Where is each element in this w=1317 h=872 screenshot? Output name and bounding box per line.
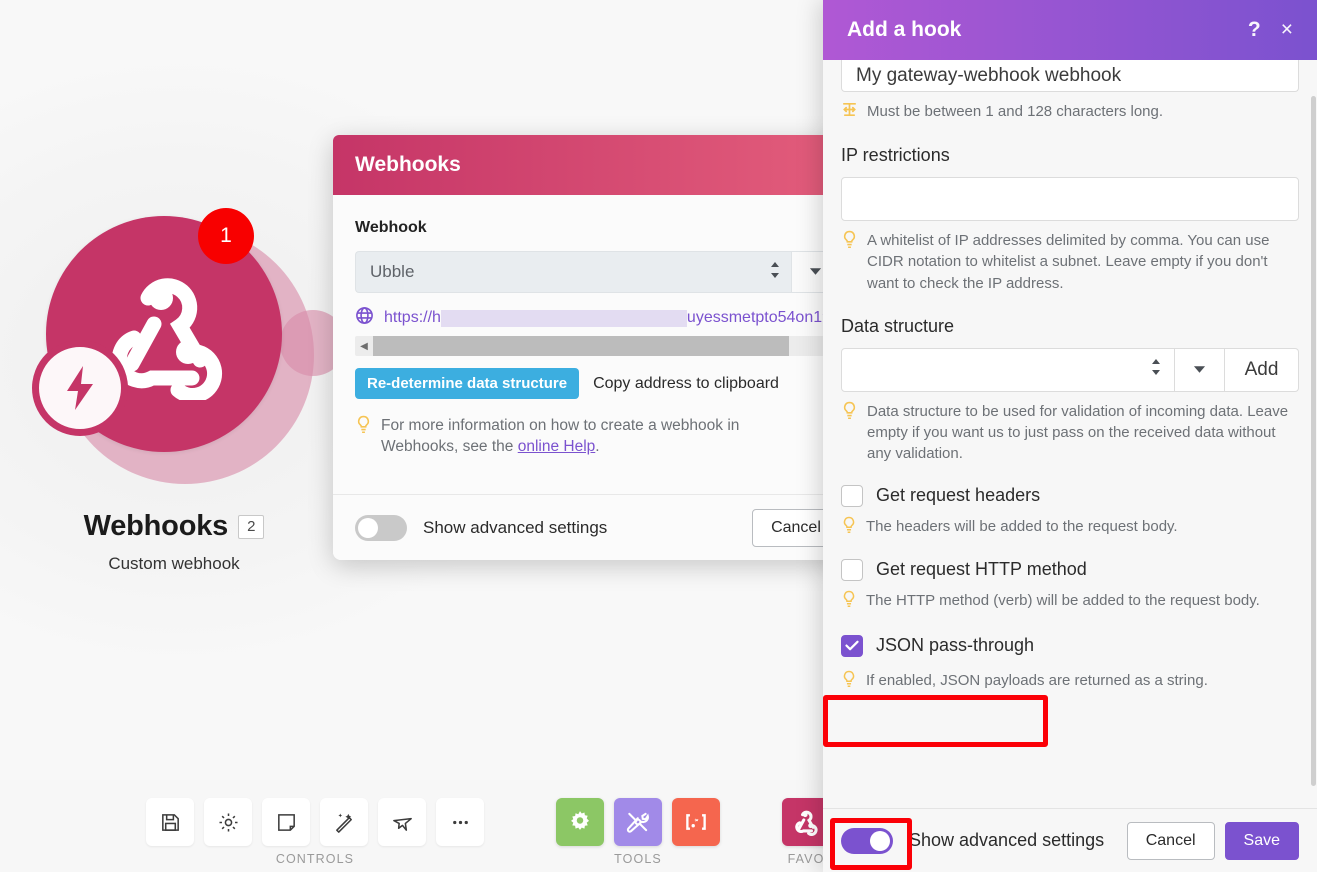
get-request-headers-label: Get request headers xyxy=(876,485,1041,506)
webhook-hint-text: For more information on how to create a … xyxy=(381,415,771,458)
scroll-left-icon[interactable]: ◀ xyxy=(355,341,373,352)
hook-name-hint-text: Must be between 1 and 128 characters lon… xyxy=(867,103,1164,120)
toggle-knob xyxy=(870,830,890,851)
ip-restrictions-input[interactable] xyxy=(841,177,1299,221)
panel-save-button[interactable]: Save xyxy=(1224,821,1299,860)
lightning-bolt-icon xyxy=(32,340,128,436)
get-request-headers-hint: The headers will be added to the request… xyxy=(841,516,1299,539)
add-hook-title: Add a hook xyxy=(847,18,962,41)
close-icon[interactable]: × xyxy=(1281,18,1293,42)
show-advanced-settings-toggle[interactable] xyxy=(355,514,407,541)
checkbox-row-json-pass-through[interactable]: JSON pass-through xyxy=(841,634,1299,657)
chevron-down-icon xyxy=(1193,361,1206,379)
json-pass-through-hint: If enabled, JSON payloads are returned a… xyxy=(841,670,1299,693)
select-stepper-icon xyxy=(769,261,781,284)
chevron-down-icon xyxy=(809,263,822,281)
panel-show-advanced-settings-label: Show advanced settings xyxy=(909,830,1105,850)
get-request-headers-hint-text: The headers will be added to the request… xyxy=(866,517,1178,535)
toolbar-label-controls: CONTROLS xyxy=(275,852,355,866)
ip-restrictions-hint-text: A whitelist of IP addresses delimited by… xyxy=(867,232,1270,292)
module-title: Webhooks xyxy=(83,510,229,542)
flow-control-icon[interactable] xyxy=(556,798,604,846)
ip-restrictions-hint: A whitelist of IP addresses delimited by… xyxy=(841,230,1299,294)
show-advanced-settings-label: Show advanced settings xyxy=(423,517,608,537)
webhook-url[interactable]: https://h uyessmetpto54on19xc xyxy=(384,309,847,327)
add-hook-header: Add a hook ? × xyxy=(823,0,1317,60)
json-pass-through-label: JSON pass-through xyxy=(876,635,1035,656)
panel-cancel-button[interactable]: Cancel xyxy=(1126,821,1215,860)
module-sequence-number: 2 xyxy=(238,514,265,539)
panel-show-advanced-settings-toggle[interactable] xyxy=(841,827,893,854)
toolbar-label-favorites: FAVO xyxy=(787,852,825,866)
ip-restrictions-label: IP restrictions xyxy=(841,145,950,165)
webhook-select[interactable]: Ubble xyxy=(355,251,791,293)
toolbar-group-controls: CONTROLS xyxy=(146,798,484,866)
data-structure-hint-text: Data structure to be used for validation… xyxy=(867,402,1289,463)
get-request-http-method-hint: The HTTP method (verb) will be added to … xyxy=(841,590,1299,613)
online-help-link[interactable]: online Help xyxy=(518,438,596,455)
get-request-http-method-hint-text: The HTTP method (verb) will be added to … xyxy=(866,591,1260,609)
data-structure-hint: Data structure to be used for validation… xyxy=(841,401,1299,465)
lightbulb-icon xyxy=(841,516,857,539)
data-structure-label: Data structure xyxy=(841,315,955,336)
module-badge: 1 xyxy=(198,208,254,264)
gear-icon[interactable] xyxy=(204,798,252,846)
toolbar-group-tools: TOOLS xyxy=(556,798,720,866)
toolbar-label-tools: TOOLS xyxy=(614,852,662,866)
add-hook-form: Must be between 1 and 128 characters lon… xyxy=(823,60,1317,808)
note-icon[interactable] xyxy=(262,798,310,846)
json-pass-through-checkbox[interactable] xyxy=(841,634,863,657)
toggle-knob xyxy=(358,517,378,538)
webhooks-dialog-title: Webhooks xyxy=(355,153,461,176)
get-request-headers-checkbox[interactable] xyxy=(841,484,863,507)
checkbox-row-get-request-headers[interactable]: Get request headers xyxy=(841,484,1299,507)
more-options-icon[interactable] xyxy=(436,798,484,846)
data-structure-row: Add xyxy=(841,347,1299,392)
data-structure-select[interactable] xyxy=(841,347,1175,392)
app-root: 1 Webhooks 2 Custom webhook ta arrives. xyxy=(0,0,1317,872)
checkbox-row-get-request-http-method[interactable]: Get request HTTP method xyxy=(841,558,1299,581)
data-structure-dropdown-button[interactable] xyxy=(1175,347,1225,392)
copy-address-button[interactable]: Copy address to clipboard xyxy=(593,375,779,393)
lightbulb-icon xyxy=(841,670,857,693)
data-structure-add-button[interactable]: Add xyxy=(1225,347,1299,392)
json-pass-through-hint-text: If enabled, JSON payloads are returned a… xyxy=(866,671,1208,689)
redetermine-data-structure-button[interactable]: Re-determine data structure xyxy=(355,368,580,399)
get-request-http-method-label: Get request HTTP method xyxy=(876,559,1087,580)
magic-wand-icon[interactable] xyxy=(320,798,368,846)
get-request-http-method-checkbox[interactable] xyxy=(841,558,863,581)
module-webhooks[interactable]: 1 Webhooks 2 Custom webhook xyxy=(28,208,346,573)
lightbulb-icon xyxy=(841,590,857,613)
tools-icon[interactable] xyxy=(614,798,662,846)
panel-vertical-scrollbar[interactable] xyxy=(1311,96,1316,786)
help-icon[interactable]: ? xyxy=(1248,18,1261,42)
save-icon[interactable] xyxy=(146,798,194,846)
webhook-select-value: Ubble xyxy=(370,262,415,281)
webhook-hint-tail: . xyxy=(595,438,600,456)
scroll-thumb[interactable] xyxy=(373,336,789,356)
airplane-icon[interactable] xyxy=(378,798,426,846)
select-stepper-icon xyxy=(1150,358,1162,381)
text-parser-icon[interactable] xyxy=(672,798,720,846)
add-hook-footer: Show advanced settings Cancel Save xyxy=(823,808,1317,872)
module-subtitle: Custom webhook xyxy=(108,554,240,573)
lightbulb-icon xyxy=(841,230,858,294)
globe-icon xyxy=(355,306,374,330)
hook-name-hint: Must be between 1 and 128 characters lon… xyxy=(841,101,1299,123)
add-hook-panel: Add a hook ? × Must be between 1 and 128… xyxy=(823,0,1317,872)
hook-name-input[interactable] xyxy=(841,60,1299,92)
lightbulb-icon xyxy=(355,415,372,458)
webhook-url-redacted xyxy=(440,309,687,327)
webhook-url-prefix: https://h xyxy=(384,309,441,326)
scroll-track[interactable] xyxy=(373,336,893,356)
lightbulb-icon xyxy=(841,401,858,465)
text-length-icon xyxy=(841,101,858,123)
